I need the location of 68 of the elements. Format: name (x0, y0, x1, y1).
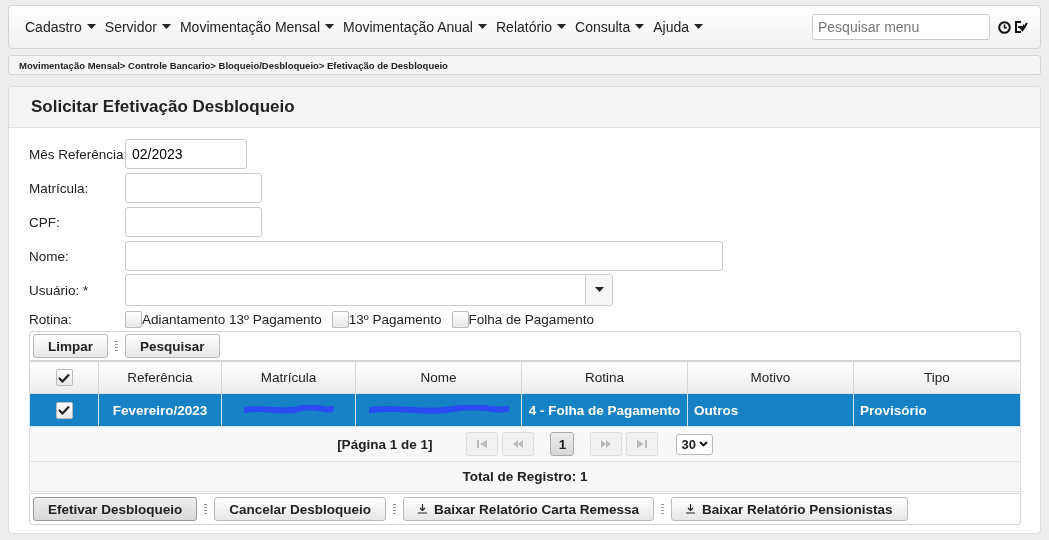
caret-icon (635, 24, 645, 30)
field-label: Nome: (29, 248, 70, 264)
last-page-icon (637, 440, 648, 448)
caret-icon (557, 24, 566, 30)
menu-item[interactable]: Cadastro (25, 19, 96, 35)
user-combo-field[interactable] (125, 274, 585, 306)
previous-page-icon (513, 440, 524, 448)
caret-icon (325, 24, 334, 30)
table-cell: 4 - Folha de Pagamento (521, 393, 688, 427)
input-field[interactable] (125, 241, 723, 271)
menu-item[interactable]: Ajuda (653, 19, 704, 35)
pager-button[interactable] (590, 432, 623, 456)
menu-item[interactable]: Consulta (575, 19, 645, 35)
rotina-checkbox[interactable]: 13º Pagamento (331, 310, 442, 328)
field-label: Mês Referência: (29, 146, 125, 162)
pager-button[interactable] (626, 432, 659, 456)
caret-icon (694, 24, 704, 30)
action-button[interactable]: Cancelar Desbloqueio (214, 497, 387, 521)
menu-item[interactable]: Servidor (104, 19, 171, 35)
column-header[interactable]: Rotina (521, 361, 688, 394)
menu-item[interactable]: Movimentação Anual (343, 19, 487, 35)
pager-button[interactable] (466, 432, 499, 456)
clear-button[interactable]: Limpar (33, 334, 108, 358)
input-field[interactable] (125, 207, 262, 237)
page-size-select[interactable]: 30 (676, 433, 713, 455)
column-header[interactable]: Referência (98, 361, 222, 394)
column-header[interactable]: Motivo (687, 361, 854, 394)
next-page-icon (601, 440, 612, 448)
field-label: Rotina: (29, 311, 73, 327)
caret-icon (594, 287, 604, 293)
download-icon (685, 504, 695, 514)
dropdown-button[interactable] (585, 274, 613, 306)
rotina-checkbox[interactable]: Folha de Pagamento (451, 310, 594, 328)
page-info: [Página 1 de 1] (337, 436, 433, 452)
search-button[interactable]: Pesquisar (125, 334, 220, 358)
input-field[interactable] (125, 173, 262, 203)
select-all-checkbox[interactable] (55, 369, 73, 386)
column-header[interactable]: Tipo (853, 361, 1021, 394)
action-button[interactable]: Baixar Relatório Carta Remessa (403, 497, 654, 521)
table-cell: Outros (687, 393, 854, 427)
table-cell: Fevereiro/2023 (98, 393, 222, 427)
pager-button[interactable] (502, 432, 535, 456)
caret-icon (161, 24, 171, 30)
menu-item[interactable]: Movimentação Mensal (179, 19, 334, 35)
panel-title: Solicitar Efetivação Desbloqueio (31, 97, 295, 117)
breadcrumb: Movimentação Mensal> Controle Bancario> Bloqueio/Desbloqueio> Efetivação de Desbloqueio (19, 59, 448, 71)
menu-search-field[interactable]: Pesquisar menu (812, 14, 990, 40)
table-cell: Provisório (853, 393, 1021, 427)
rotina-checkbox[interactable]: Adiantamento 13º Pagamento (125, 310, 322, 328)
column-header[interactable]: Nome (355, 361, 522, 394)
field-label: Usuário: * (29, 282, 90, 298)
first-page-icon (477, 440, 488, 448)
clock-icon[interactable] (998, 20, 1011, 34)
caret-icon (86, 24, 96, 30)
download-icon (418, 504, 428, 514)
action-button[interactable]: Baixar Relatório Pensionistas (670, 497, 908, 521)
field-label: Matrícula: (29, 180, 90, 196)
input-field[interactable]: 02/2023 (125, 139, 247, 169)
current-page-button[interactable]: 1 (550, 432, 575, 456)
exit-icon[interactable] (1014, 20, 1028, 34)
action-button[interactable]: Efetivar Desbloqueio (33, 497, 198, 521)
field-label: CPF: (29, 214, 61, 230)
column-header[interactable]: Matrícula (221, 361, 356, 394)
row-checkbox[interactable] (55, 401, 73, 419)
total-records: Total de Registro: 1 (462, 469, 588, 484)
chevron-down-icon (698, 441, 708, 447)
menu-item[interactable]: Relatório (496, 19, 566, 35)
caret-icon (478, 24, 487, 30)
